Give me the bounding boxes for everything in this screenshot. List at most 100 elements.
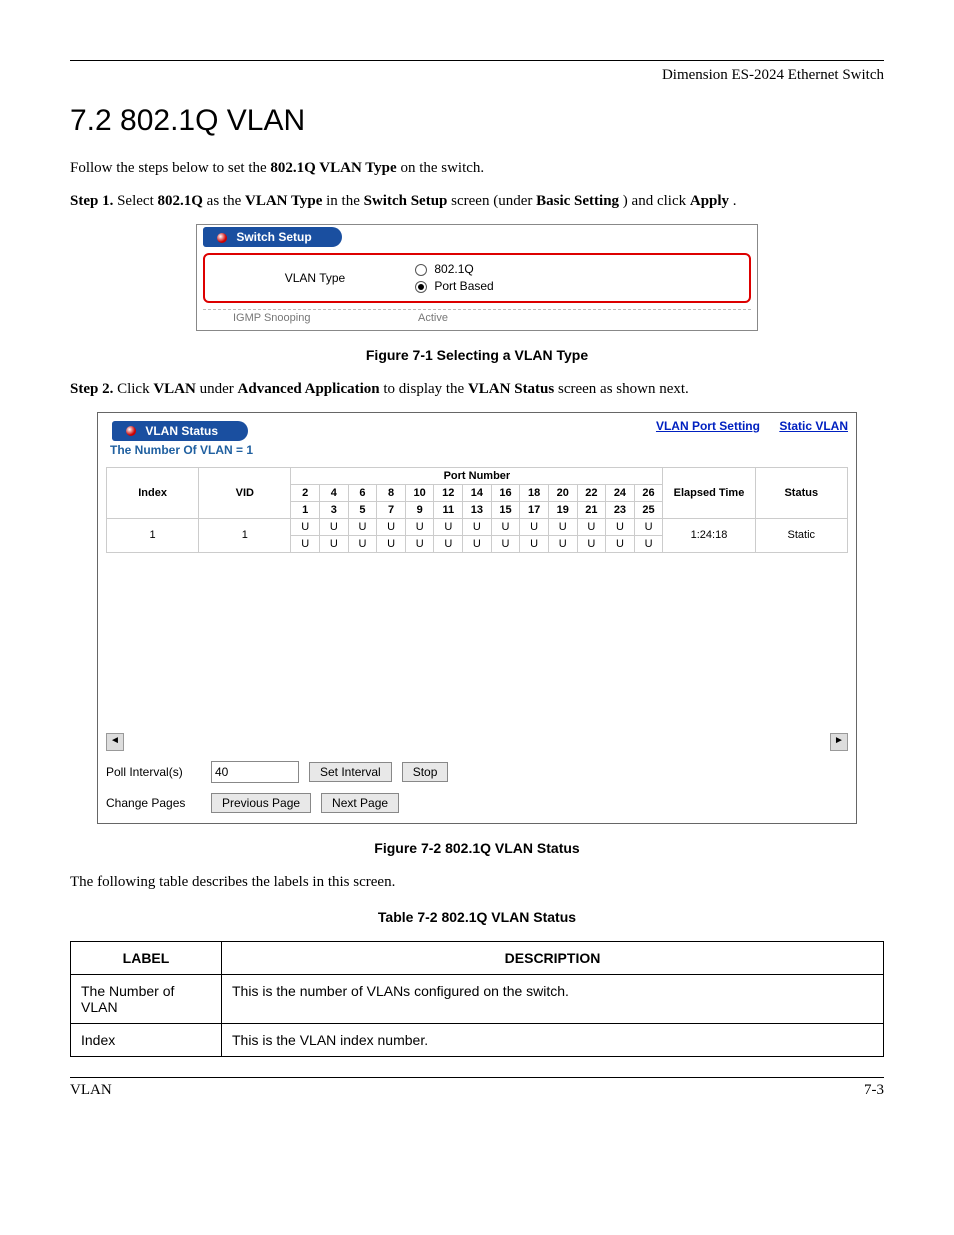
cell-port: U (348, 518, 377, 535)
step1-t4: screen (under (451, 193, 536, 209)
scrollbar-row: ◄ ► (106, 733, 848, 751)
intro-tail: on the switch. (400, 160, 484, 176)
port-col-header: 18 (520, 484, 549, 501)
radio-8021q[interactable]: 802.1Q (415, 261, 494, 278)
port-col-header: 16 (491, 484, 520, 501)
port-col-header: 12 (434, 484, 463, 501)
th-description: DESCRIPTION (222, 941, 884, 974)
cell-vid: 1 (199, 518, 291, 552)
figure-1-container: Switch Setup VLAN Type 802.1Q Port Based… (196, 224, 758, 331)
cell-port: U (291, 535, 320, 552)
fig1-gray-row: IGMP Snooping Active (203, 309, 751, 330)
intro-lead: Follow the steps below to set the (70, 160, 270, 176)
cell-port: U (577, 518, 606, 535)
cell-port: U (434, 518, 463, 535)
port-col-header: 3 (320, 501, 349, 518)
table-header-row1: Index VID Port Number Elapsed Time Statu… (107, 467, 848, 484)
fig2-tab[interactable]: VLAN Status (112, 421, 248, 441)
scroll-left-icon[interactable]: ◄ (106, 733, 124, 751)
step1-t3: in the (326, 193, 364, 209)
table-row: 1 1 U U U U U U U U U U U U U 1:24:18 St… (107, 518, 848, 535)
table-intro: The following table describes the labels… (70, 872, 884, 893)
th-vid: VID (199, 467, 291, 518)
cell-port: U (291, 518, 320, 535)
port-col-header: 26 (634, 484, 663, 501)
link-static-vlan[interactable]: Static VLAN (779, 419, 848, 433)
stop-button[interactable]: Stop (402, 762, 449, 782)
cell-port: U (463, 535, 492, 552)
desc-text: This is the VLAN index number. (222, 1023, 884, 1056)
step1-b1: 802.1Q (158, 193, 203, 209)
port-col-header: 10 (405, 484, 434, 501)
fig1-tab[interactable]: Switch Setup (203, 227, 342, 247)
radio-icon-checked (415, 281, 427, 293)
port-col-header: 21 (577, 501, 606, 518)
igmp-label: IGMP Snooping (233, 312, 418, 324)
step2-b2: Advanced Application (238, 381, 380, 397)
step2-label: Step 2. (70, 381, 113, 397)
step2-paragraph: Step 2. Click VLAN under Advanced Applic… (70, 379, 884, 400)
set-interval-button[interactable]: Set Interval (309, 762, 392, 782)
port-col-header: 6 (348, 484, 377, 501)
step1-b5: Apply (690, 193, 729, 209)
step1-paragraph: Step 1. Select 802.1Q as the VLAN Type i… (70, 191, 884, 212)
poll-interval-input[interactable] (211, 761, 299, 783)
port-col-header: 25 (634, 501, 663, 518)
table-row: Index This is the VLAN index number. (71, 1023, 884, 1056)
radio-portbased[interactable]: Port Based (415, 278, 494, 295)
port-col-header: 22 (577, 484, 606, 501)
port-col-header: 14 (463, 484, 492, 501)
step1-b4: Basic Setting (536, 193, 619, 209)
cell-port: U (377, 535, 406, 552)
next-page-button[interactable]: Next Page (321, 793, 399, 813)
port-col-header: 7 (377, 501, 406, 518)
step2-b3: VLAN Status (468, 381, 554, 397)
desc-label: Index (71, 1023, 222, 1056)
step2-t1: Click (117, 381, 153, 397)
intro-bold: 802.1Q VLAN Type (270, 160, 396, 176)
port-col-header: 15 (491, 501, 520, 518)
step2-t2: under (200, 381, 238, 397)
cell-port: U (577, 535, 606, 552)
igmp-status: Active (418, 312, 538, 324)
port-col-header: 2 (291, 484, 320, 501)
th-status: Status (755, 467, 847, 518)
step2-b1: VLAN (153, 381, 196, 397)
figure1-caption: Figure 7-1 Selecting a VLAN Type (70, 347, 884, 363)
fig1-tab-label: Switch Setup (236, 230, 311, 244)
page-controls: Change Pages Previous Page Next Page (106, 793, 848, 813)
radio-8021q-label: 802.1Q (434, 262, 473, 276)
cell-port: U (405, 518, 434, 535)
header-product: Dimension ES-2024 Ethernet Switch (70, 67, 884, 84)
port-col-header: 23 (606, 501, 635, 518)
th-index: Index (107, 467, 199, 518)
cell-port: U (348, 535, 377, 552)
cell-port: U (434, 535, 463, 552)
vlan-status-table: Index VID Port Number Elapsed Time Statu… (106, 467, 848, 553)
cell-port: U (548, 518, 577, 535)
th-portnumber: Port Number (291, 467, 663, 484)
cell-index: 1 (107, 518, 199, 552)
port-col-header: 19 (548, 501, 577, 518)
cell-port: U (463, 518, 492, 535)
step2-t4: screen as shown next. (558, 381, 689, 397)
step1-b2: VLAN Type (245, 193, 322, 209)
vlan-type-label: VLAN Type (215, 271, 415, 285)
previous-page-button[interactable]: Previous Page (211, 793, 311, 813)
port-col-header: 5 (348, 501, 377, 518)
tab-dot-icon (126, 426, 136, 436)
step1-t5: ) and click (623, 193, 690, 209)
radio-portbased-label: Port Based (434, 279, 493, 293)
step1-b3: Switch Setup (364, 193, 448, 209)
poll-controls: Poll Interval(s) Set Interval Stop (106, 761, 848, 783)
cell-port: U (520, 535, 549, 552)
cell-port: U (377, 518, 406, 535)
port-col-header: 17 (520, 501, 549, 518)
step1-t2: as the (207, 193, 245, 209)
table-row: The Number of VLAN This is the number of… (71, 974, 884, 1023)
link-vlan-port-setting[interactable]: VLAN Port Setting (656, 419, 760, 433)
footer-right: 7-3 (864, 1082, 884, 1099)
section-heading: 7.2 802.1Q VLAN (70, 104, 884, 138)
cell-port: U (548, 535, 577, 552)
scroll-right-icon[interactable]: ► (830, 733, 848, 751)
